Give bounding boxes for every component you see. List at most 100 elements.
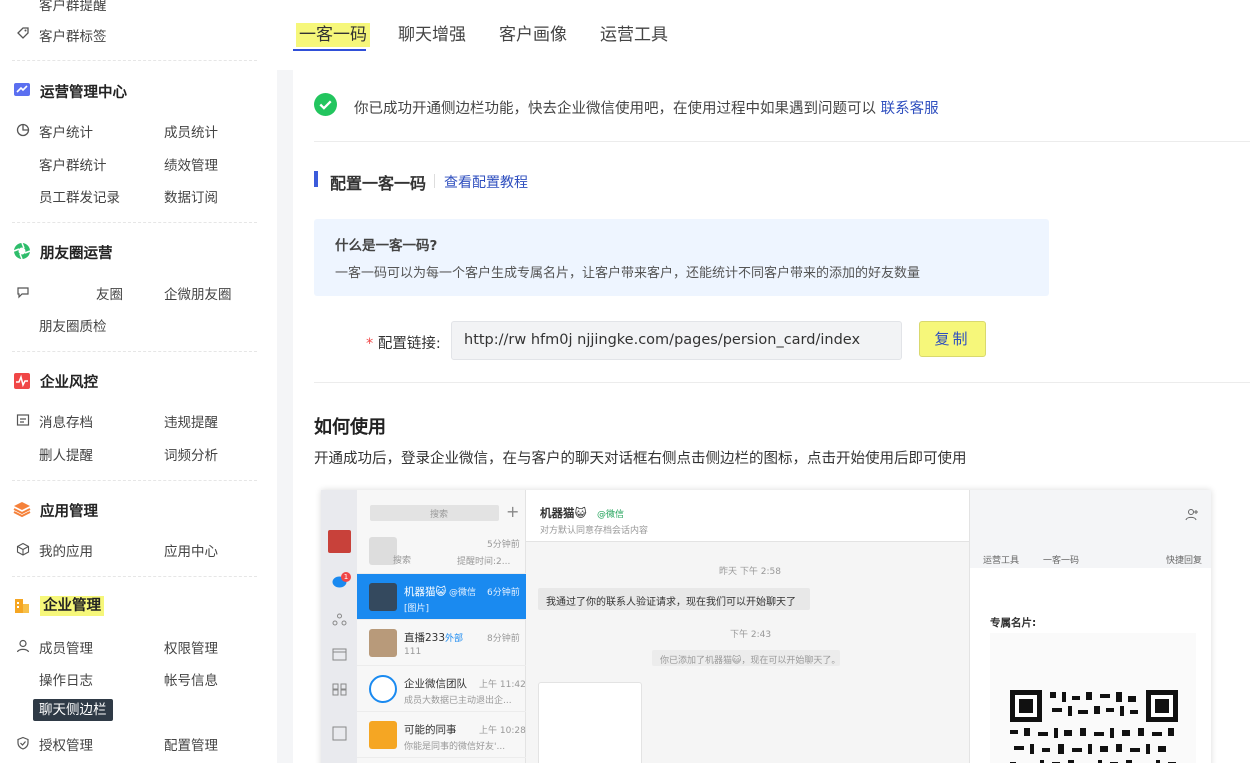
sidebar-item-member-management[interactable]: 成员管理 [39, 637, 93, 657]
config-tutorial-link[interactable]: 查看配置教程 [444, 172, 528, 192]
conversation-preview: 成员大数据已主动退出企... [404, 696, 512, 706]
conversation-preview: [图片] [404, 604, 430, 614]
apps-grid-icon [332, 683, 347, 696]
avatar [369, 675, 397, 703]
chart-trend-icon [14, 83, 30, 96]
wecom-chat-window: 机器猫😺 @微信 对方默认同意存档会话内容 昨天 下午 2:58 我通过了你的联… [526, 490, 969, 763]
conversation-time: 上午 10:28 [479, 726, 526, 736]
add-contact-icon[interactable] [1185, 508, 1199, 522]
conversation-item[interactable]: 企业微信团队 上午 11:42 成员大数据已主动退出企... [357, 666, 526, 712]
howto-description: 开通成功后，登录企业微信，在与客户的聊天对话框右侧点击侧边栏的图标，点击开始使用… [314, 451, 967, 467]
chat-timestamp: 下午 2:43 [730, 630, 772, 640]
wecom-example-screenshot: 1 搜索 + 搜索 5分钟前 提醒时间:2... 机器猫😺 @微信 6分钟前 [… [321, 490, 1211, 763]
conversation-preview: 你能是同事的微信好友'... [404, 742, 506, 752]
contact-support-link[interactable]: 联系客服 [881, 101, 939, 117]
divider [12, 60, 257, 61]
side-tab[interactable]: 运营工具 [983, 553, 1019, 566]
sidebar-item-message-archive[interactable]: 消息存档 [39, 411, 93, 431]
chat-subtitle: 对方默认同意存档会话内容 [540, 526, 649, 536]
conversation-name: 可能的同事 [404, 724, 457, 736]
wecom-conversation-list: 搜索 + 搜索 5分钟前 提醒时间:2... 机器猫😺 @微信 6分钟前 [图片… [357, 490, 526, 763]
divider [434, 174, 435, 188]
redacted-area [30, 278, 96, 304]
chat-message: 我通过了你的联系人验证请求，现在我们可以开始聊天了 [538, 588, 810, 610]
section-title-moments: 朋友圈运营 [40, 246, 113, 262]
tab-operation-tools[interactable]: 运营工具 [600, 20, 668, 45]
conversation-item-selected[interactable]: 机器猫😺 @微信 6分钟前 [图片] [357, 574, 526, 620]
section-title-enterprise-management: 企业管理 [40, 594, 104, 616]
sidebar-item-configuration[interactable]: 配置管理 [164, 734, 218, 754]
divider [314, 141, 1250, 142]
conversation-time: 5分钟前 [487, 540, 520, 550]
avatar [328, 530, 351, 553]
config-link-input[interactable]: http://rw hfm0j njjingke.com/pages/persi… [451, 321, 902, 360]
sidebar-item-my-apps[interactable]: 我的应用 [39, 540, 93, 560]
sidebar-item-delete-alert[interactable]: 删人提醒 [39, 444, 93, 464]
sidebar-item-group-stats[interactable]: 客户群统计 [39, 154, 107, 174]
side-tab[interactable]: 一客一码 [1043, 553, 1079, 566]
shield-check-icon [17, 736, 29, 750]
info-title: 什么是一客一码? [335, 238, 438, 254]
wecom-nav-rail: 1 [321, 490, 357, 763]
section-title-operations: 运营管理中心 [40, 85, 127, 101]
sidebar-item-operation-log[interactable]: 操作日志 [39, 669, 93, 689]
conversation-item[interactable]: 可能的同事 上午 10:28 你能是同事的微信好友'... [357, 712, 526, 758]
success-text: 你已成功开通侧边栏功能，快去企业微信使用吧，在使用过程中如果遇到问题可以 [354, 101, 876, 117]
conversation-name: 机器猫😺 [404, 586, 447, 598]
user-icon [16, 639, 30, 653]
sidebar-item-moments[interactable]: 友圈 [96, 283, 123, 303]
card-label: 专属名片: [990, 617, 1037, 629]
chat-message-text: 我通过了你的联系人验证请求，现在我们可以开始聊天了 [546, 597, 796, 608]
card-message-thumbnail [538, 682, 642, 763]
archive-icon [16, 414, 30, 426]
copy-button[interactable]: 复制 [919, 321, 986, 357]
divider [12, 222, 257, 223]
add-icon[interactable]: + [506, 502, 519, 521]
section-title-risk-control: 企业风控 [40, 375, 98, 391]
search-placeholder: 搜索 [430, 510, 449, 520]
conversation-time: 8分钟前 [487, 634, 520, 644]
conversation-item[interactable]: 搜索 5分钟前 提醒时间:2... [357, 528, 526, 574]
sidebar-item-wecom-moments[interactable]: 企微朋友圈 [164, 283, 232, 303]
sidebar-item-permission-management[interactable]: 权限管理 [164, 637, 218, 657]
sidebar-item-data-subscription[interactable]: 数据订阅 [164, 186, 218, 206]
risk-pulse-icon [14, 373, 30, 389]
divider [314, 382, 1250, 383]
sidebar-item-customer-stats[interactable]: 客户统计 [39, 121, 93, 141]
tab-one-customer-one-code[interactable]: 一客一码 [296, 20, 370, 47]
tab-chat-enhance[interactable]: 聊天增强 [398, 20, 466, 45]
wecom-sidebar-panel: 运营工具 一客一码 快捷回复 专属名片: [969, 490, 1211, 763]
sidebar-item-chat-sidebar[interactable]: 聊天侧边栏 [33, 698, 113, 721]
conversation-tag: @微信 [449, 588, 477, 598]
contacts-icon [332, 613, 347, 626]
conversation-badge: 外部 [445, 634, 464, 644]
avatar [369, 629, 397, 657]
search-input[interactable]: 搜索 [370, 505, 499, 521]
section-title-app-management: 应用管理 [40, 504, 98, 520]
sidebar-item-moments-qc[interactable]: 朋友圈质检 [39, 315, 107, 335]
sidebar-item-member-stats[interactable]: 成员统计 [164, 121, 218, 141]
avatar [369, 583, 397, 611]
side-tab[interactable]: 快捷回复 [1166, 553, 1202, 566]
sidebar-item-broadcast-records[interactable]: 员工群发记录 [39, 186, 120, 206]
chat-timestamp: 昨天 下午 2:58 [719, 567, 781, 577]
conversation-name: 直播233 [404, 632, 446, 644]
sidebar-item-performance[interactable]: 绩效管理 [164, 154, 218, 174]
sidebar-item-app-center[interactable]: 应用中心 [164, 540, 218, 560]
link-label-text: 配置链接: [377, 336, 441, 352]
sidebar-item-word-frequency[interactable]: 词频分析 [164, 444, 218, 464]
sidebar-item-account-info[interactable]: 帐号信息 [164, 669, 218, 689]
unread-badge: 1 [341, 572, 351, 582]
sidebar-item-group-tag[interactable]: 客户群标签 [39, 25, 107, 45]
moments-icon [13, 242, 31, 260]
sidebar-item-violation-alert[interactable]: 违规提醒 [164, 411, 218, 431]
sidebar-item-authorization[interactable]: 授权管理 [39, 734, 93, 754]
sidebar: 客户群提醒 客户群标签 运营管理中心 客户统计 成员统计 客户群统计 绩效管理 … [0, 0, 277, 763]
tab-customer-profile[interactable]: 客户画像 [499, 20, 567, 45]
sidebar-item-group-reminder[interactable]: 客户群提醒 [39, 0, 107, 14]
chat-contact-name: 机器猫😺 [540, 506, 587, 520]
config-title: 配置一客一码 [330, 174, 427, 193]
pie-chart-icon [16, 123, 30, 137]
conversation-item[interactable]: 直播233 外部 8分钟前 111 [357, 620, 526, 666]
section-title-highlight: 企业管理 [40, 596, 104, 616]
